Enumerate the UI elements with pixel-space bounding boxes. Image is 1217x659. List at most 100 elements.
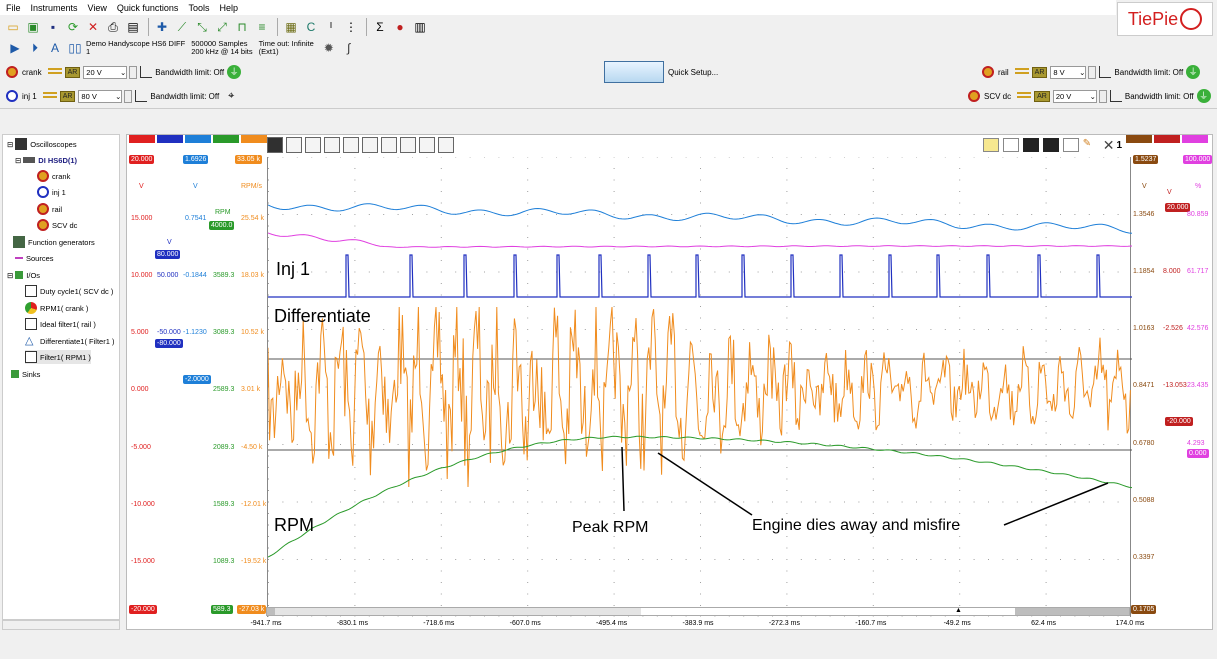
- range-spinner[interactable]: [124, 89, 133, 103]
- auto-icon[interactable]: A: [46, 39, 64, 57]
- range-spinner[interactable]: [1088, 65, 1097, 79]
- inj1-min-badge[interactable]: -80.000: [155, 339, 183, 348]
- ground-icon[interactable]: ⏚: [227, 65, 242, 79]
- coupling-icon[interactable]: [47, 68, 62, 76]
- tree-function-filter[interactable]: Filter1( RPM1 ): [25, 350, 91, 364]
- xy-trend-icon[interactable]: ⤢: [213, 18, 231, 36]
- range-select[interactable]: 20 V ⌄: [1052, 89, 1097, 103]
- axis-bottom-crank[interactable]: -20.000: [129, 605, 157, 614]
- channel-tab-scv[interactable]: [1154, 135, 1180, 143]
- scv-min-badge[interactable]: -20.000: [1165, 417, 1193, 426]
- tree-channel-inj1[interactable]: inj 1: [37, 185, 66, 199]
- layout-icon[interactable]: ▤: [124, 18, 142, 36]
- panel-icon[interactable]: ▥: [411, 18, 429, 36]
- menu-instruments[interactable]: Instruments: [31, 3, 78, 13]
- range-select[interactable]: 8 V ⌄: [1050, 65, 1087, 79]
- channel-icon[interactable]: [6, 66, 18, 78]
- print-icon[interactable]: ⎙: [104, 18, 122, 36]
- tree-horizontal-scrollbar[interactable]: [2, 620, 120, 630]
- fill-icon[interactable]: [343, 137, 359, 153]
- zoom-in-icon[interactable]: [381, 137, 397, 153]
- scroll-track-right[interactable]: [1015, 608, 1129, 615]
- zoom-out-icon[interactable]: [400, 137, 416, 153]
- channel-tab-crank[interactable]: [129, 135, 155, 143]
- axis-bottom-differentiate[interactable]: -27.03 k: [237, 605, 267, 614]
- gear-icon[interactable]: ✹: [320, 39, 338, 57]
- channel-icon[interactable]: [982, 66, 994, 78]
- run-icon[interactable]: ▶: [6, 39, 24, 57]
- scale-icon[interactable]: [362, 137, 378, 153]
- axis-top-crank[interactable]: 20.000: [129, 155, 155, 164]
- axis-top-rail-filter[interactable]: 1.6926: [183, 155, 209, 164]
- collapse-icon[interactable]: ⊟: [15, 156, 21, 165]
- tree-generators[interactable]: Function generators: [13, 235, 95, 249]
- range-select[interactable]: 20 V ⌄: [83, 65, 128, 79]
- channel-tab-rpm[interactable]: [213, 135, 239, 143]
- channel-tab-ideal-filter[interactable]: [1126, 135, 1152, 143]
- fft-icon[interactable]: ⊓: [233, 18, 251, 36]
- delete-icon[interactable]: ✕: [84, 18, 102, 36]
- ground-icon[interactable]: ⏚: [1196, 89, 1211, 103]
- can-icon[interactable]: ⋮: [342, 18, 360, 36]
- coupling-icon[interactable]: [1017, 92, 1032, 100]
- quick-setup[interactable]: Quick Setup...: [604, 60, 974, 84]
- channel-settings-icon[interactable]: [286, 137, 302, 153]
- axis-top-duty[interactable]: 100.000: [1183, 155, 1213, 164]
- cursor-icon[interactable]: [267, 137, 283, 153]
- menu-tools[interactable]: Tools: [188, 3, 209, 13]
- globe-icon[interactable]: ●: [391, 18, 409, 36]
- measure-icon[interactable]: [1022, 138, 1039, 152]
- refresh-icon[interactable]: ⟳: [64, 18, 82, 36]
- menu-help[interactable]: Help: [219, 3, 238, 13]
- menu-view[interactable]: View: [88, 3, 107, 13]
- tree-oscilloscopes[interactable]: ⊟ Oscilloscopes: [7, 137, 77, 151]
- trigger-marker-icon[interactable]: ▲: [955, 607, 962, 614]
- float-icon[interactable]: ⌖: [222, 87, 240, 105]
- channel-tab-inj1[interactable]: [157, 135, 183, 143]
- tree-device[interactable]: ⊟ DI HS6D(1): [15, 153, 77, 167]
- instrument-info[interactable]: Demo Handyscope HS6 DIFF 1: [86, 40, 185, 56]
- rail-filter-min-badge[interactable]: -2.0000: [183, 375, 211, 384]
- auto-range-button[interactable]: AR: [64, 66, 81, 78]
- auto-range-button[interactable]: AR: [1034, 90, 1050, 102]
- single-icon[interactable]: ⏵: [26, 39, 44, 57]
- duty-min-badge[interactable]: 0.000: [1187, 449, 1209, 458]
- scroll-left-arrow[interactable]: [267, 608, 275, 615]
- display-icon[interactable]: ▦: [282, 18, 300, 36]
- add-icon[interactable]: ✚: [153, 18, 171, 36]
- channel-tab-duty[interactable]: [1182, 135, 1208, 143]
- record-length-info[interactable]: 500000 Samples 200 kHz @ 14 bits: [191, 40, 252, 56]
- tree-channel-rail[interactable]: rail: [37, 202, 62, 216]
- pen-icon[interactable]: ✎: [1083, 138, 1099, 152]
- grid-icon[interactable]: [305, 137, 321, 153]
- print-graph-icon[interactable]: [1002, 138, 1019, 152]
- tree-channel-crank[interactable]: crank: [37, 169, 70, 183]
- xy-graph-icon[interactable]: ⤡: [193, 18, 211, 36]
- channel-icon[interactable]: [6, 90, 18, 102]
- channel-icon[interactable]: [968, 90, 980, 102]
- coupling-icon[interactable]: [42, 92, 57, 100]
- auto-range-button[interactable]: AR: [1031, 66, 1048, 78]
- instrument-icon[interactable]: ▯▯: [66, 39, 84, 57]
- i2c-icon[interactable]: ᴵ: [322, 18, 340, 36]
- menu-file[interactable]: File: [6, 3, 21, 13]
- trigger-icon[interactable]: [324, 137, 340, 153]
- tree-function-duty[interactable]: Duty cycle1( SCV dc ): [25, 284, 113, 298]
- channel-tab-rail-filter[interactable]: [185, 135, 211, 143]
- meter-icon[interactable]: ≡: [253, 18, 271, 36]
- range-select[interactable]: 80 V ⌄: [78, 89, 123, 103]
- tree-function-differentiate[interactable]: △ Differentiate1( Filter1 ): [25, 334, 114, 348]
- collapse-icon[interactable]: ⊟: [7, 271, 13, 280]
- tree-ios[interactable]: ⊟ I/Os: [7, 268, 40, 282]
- axis-bottom-rpm[interactable]: 589.3: [211, 605, 233, 614]
- ground-icon[interactable]: ⏚: [1186, 65, 1201, 79]
- comment-icon[interactable]: [982, 138, 999, 152]
- range-spinner[interactable]: [1098, 89, 1107, 103]
- signal-icon[interactable]: [1042, 138, 1059, 152]
- axis-bottom-ideal-filter[interactable]: 0.1705: [1131, 605, 1157, 614]
- tree-channel-scv[interactable]: SCV dc: [37, 218, 77, 232]
- zoom-fit-icon[interactable]: [419, 137, 435, 153]
- tree-function-ideal-filter[interactable]: Ideal filter1( rail ): [25, 317, 96, 331]
- menu-quick-functions[interactable]: Quick functions: [117, 3, 179, 13]
- cursor-icon[interactable]: C: [302, 18, 320, 36]
